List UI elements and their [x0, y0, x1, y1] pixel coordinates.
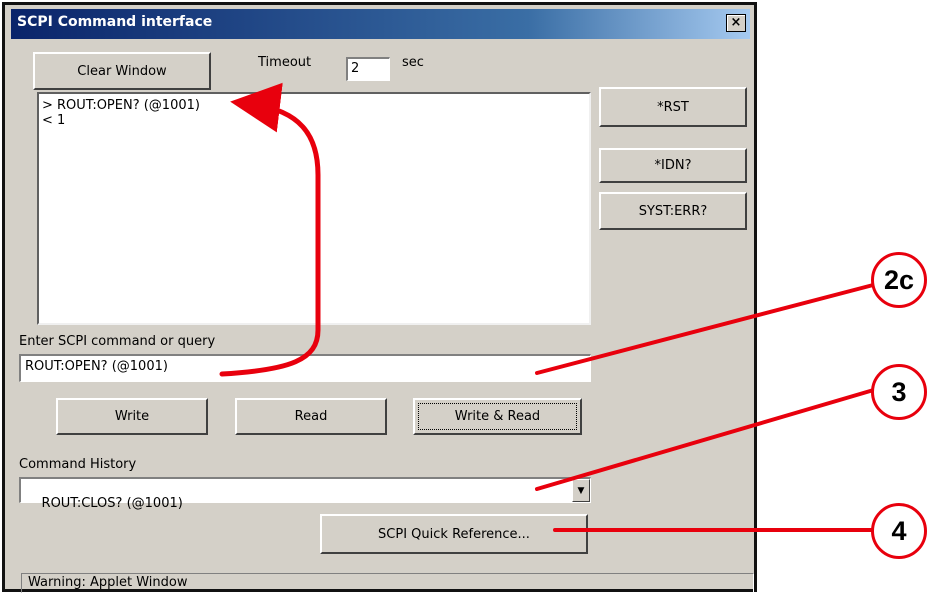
annotation-arrow — [219, 82, 321, 377]
callout-3: 3 — [871, 364, 927, 420]
callout-4: 4 — [871, 503, 927, 559]
callout-line-2c — [535, 282, 879, 375]
annotation-overlay — [219, 82, 879, 532]
callout-line-3 — [535, 387, 879, 491]
callout-2c: 2c — [871, 252, 927, 308]
